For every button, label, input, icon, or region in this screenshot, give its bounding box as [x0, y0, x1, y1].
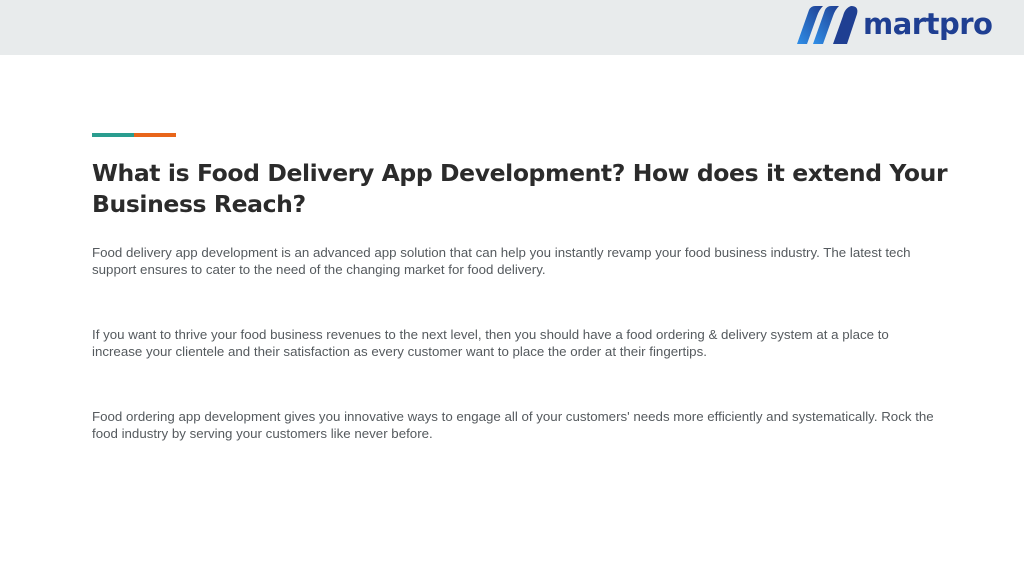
- title-accent-bar: [92, 133, 176, 137]
- brand-name: martpro: [863, 6, 993, 41]
- accent-orange-segment: [134, 133, 176, 137]
- paragraph-1: Food delivery app development is an adva…: [92, 245, 911, 277]
- accent-teal-segment: [92, 133, 134, 137]
- brand-logo: martpro: [793, 3, 993, 47]
- paragraph-3: Food ordering app development gives you …: [92, 409, 934, 441]
- paragraph-2: If you want to thrive your food business…: [92, 327, 889, 359]
- martpro-m-logo-icon: [793, 4, 859, 46]
- page-title: What is Food Delivery App Development? H…: [92, 159, 948, 218]
